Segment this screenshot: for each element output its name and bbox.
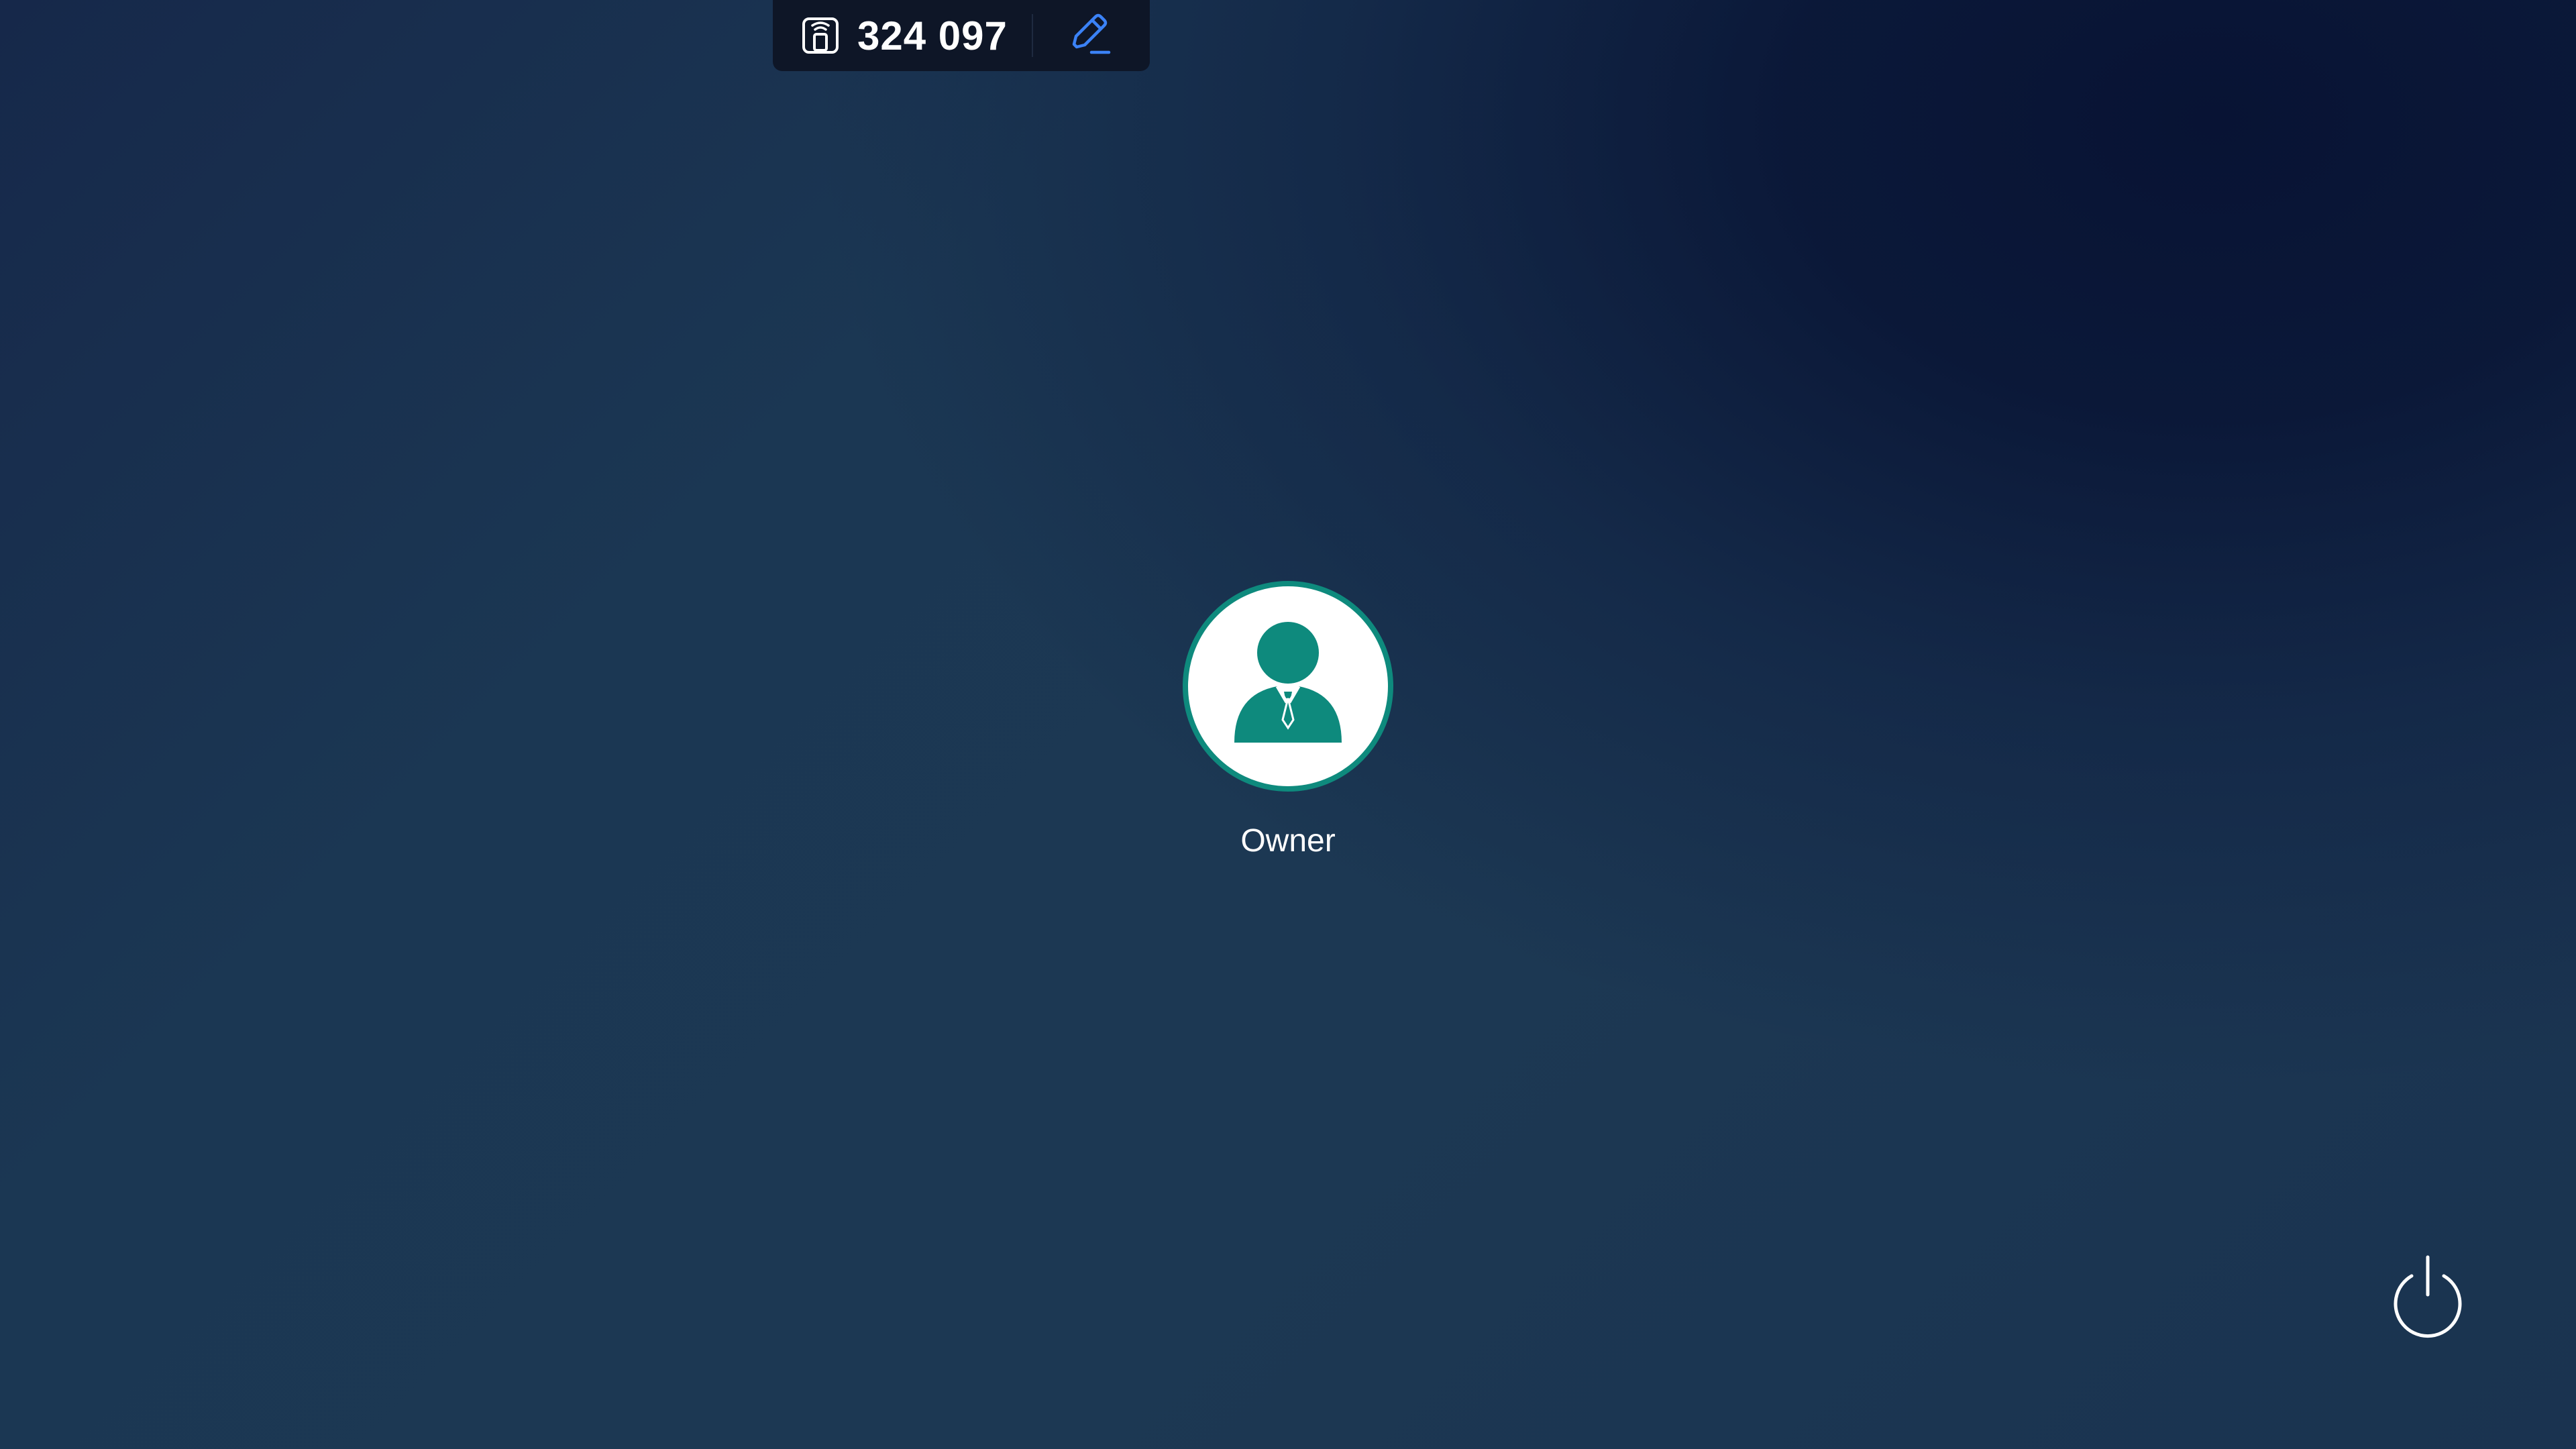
power-button[interactable]	[2379, 1249, 2477, 1347]
session-id: 324 097	[857, 13, 1008, 58]
session-id-group: 324 097	[773, 0, 1008, 71]
user-name: Owner	[1240, 823, 1336, 859]
remote-session-bar: 324 097	[773, 0, 1150, 71]
pencil-edit-icon	[1065, 11, 1112, 60]
remote-device-icon	[801, 16, 840, 55]
user-tile-owner[interactable]: Owner	[1154, 581, 1422, 859]
user-avatar-icon	[1208, 604, 1368, 768]
power-icon	[2387, 1253, 2468, 1343]
bar-divider	[1031, 14, 1033, 57]
edit-button[interactable]	[1060, 7, 1116, 64]
avatar[interactable]	[1183, 581, 1393, 792]
